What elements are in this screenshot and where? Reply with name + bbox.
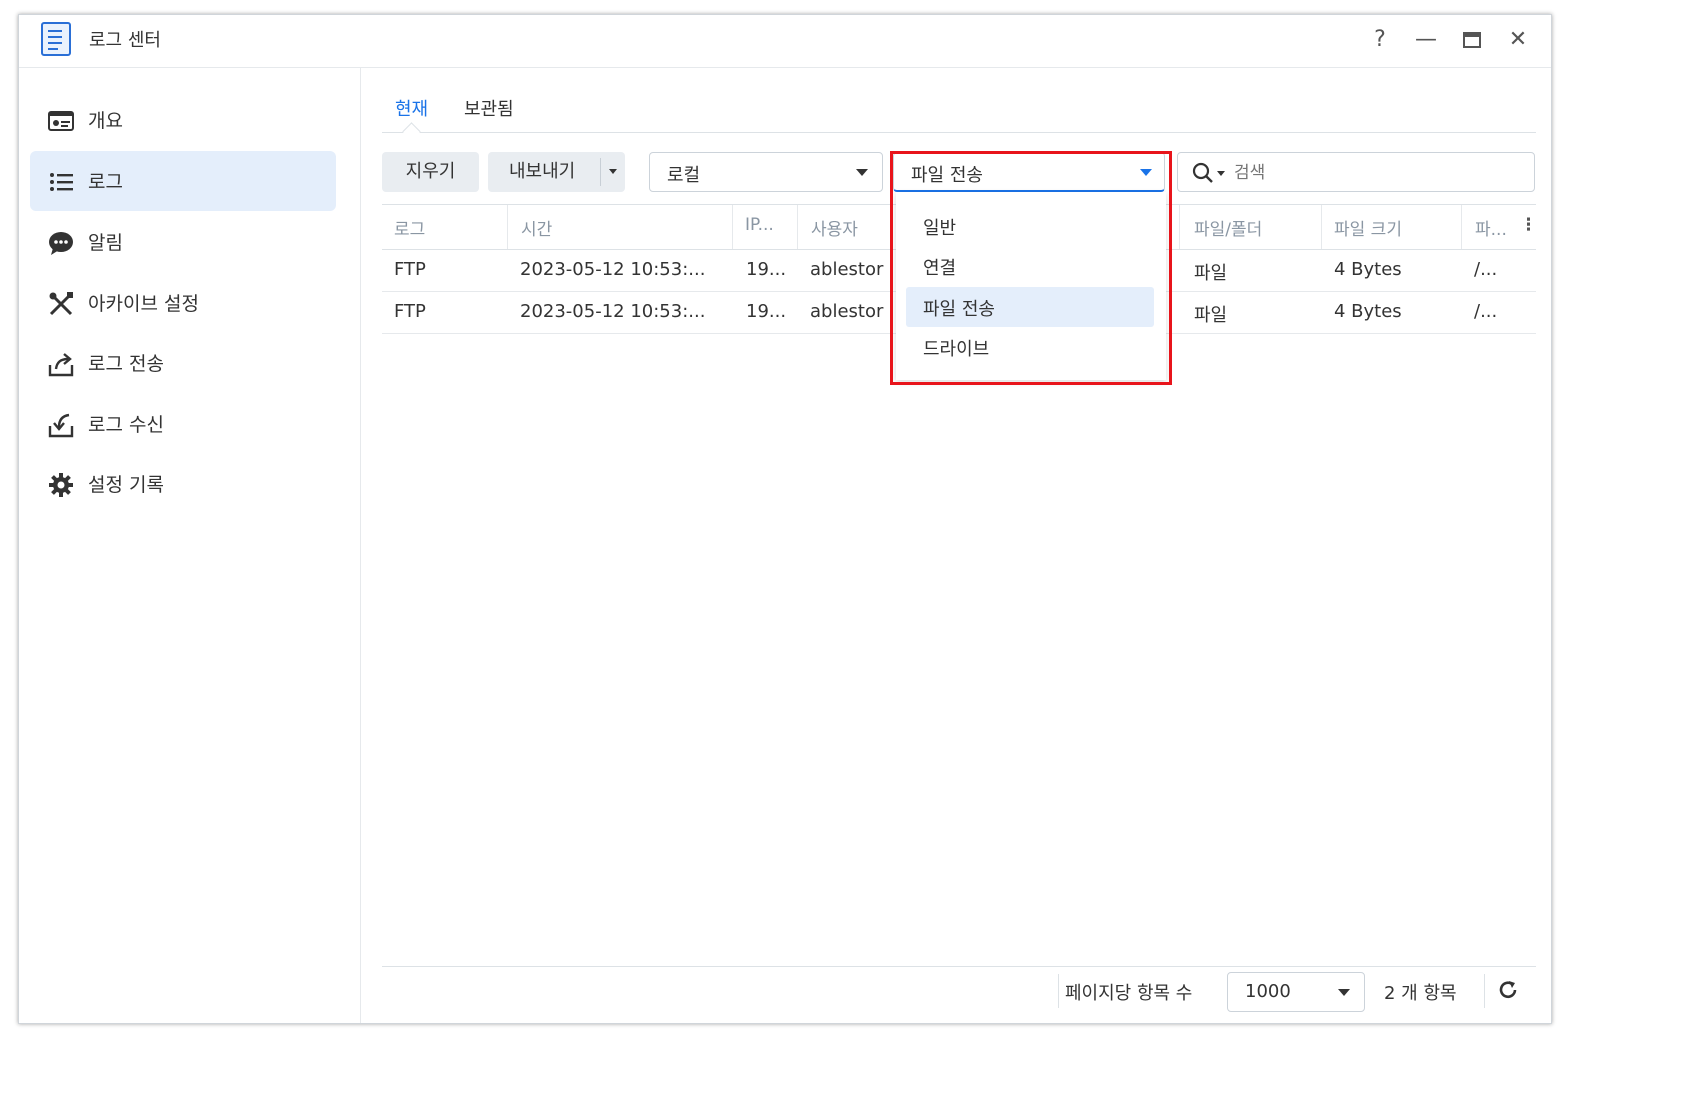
sidebar-item-label: 개요 (88, 110, 123, 132)
footer-separator (1058, 974, 1059, 1008)
cell-log: FTP (394, 301, 426, 322)
list-icon (50, 173, 73, 191)
column-header-file-size[interactable]: 파일 크기 (1334, 215, 1402, 240)
chevron-down-icon[interactable] (609, 169, 617, 174)
log-center-app-icon (41, 22, 71, 56)
export-button-label: 내보내기 (509, 161, 576, 182)
cell-time: 2023-05-12 10:53:... (520, 301, 706, 322)
sidebar-item-log-receiving[interactable]: 로그 수신 (30, 394, 336, 454)
cell-file-folder: 파일 (1194, 263, 1228, 284)
sidebar-item-label: 아카이브 설정 (88, 293, 199, 315)
sidebar-item-archive-settings[interactable]: 아카이브 설정 (30, 273, 336, 333)
footer-separator (1484, 974, 1485, 1008)
source-select-value: 로컬 (667, 165, 701, 186)
search-icon[interactable] (1192, 162, 1214, 184)
cell-log: FTP (394, 259, 426, 280)
sidebar-item-label: 설정 기록 (88, 474, 164, 496)
maximize-icon (1463, 32, 1481, 48)
column-header-time[interactable]: 시간 (521, 215, 552, 240)
cell-ip: 19... (746, 259, 787, 280)
cell-path: /... (1474, 259, 1498, 280)
cell-user: ablestor (810, 259, 884, 280)
items-per-page-value: 1000 (1245, 981, 1291, 1002)
search-box[interactable] (1177, 152, 1535, 192)
gear-icon (49, 473, 73, 497)
sidebar: 개요 로그 알림 아카이브 설정 로그 전송 로그 수신 설정 기록 (19, 68, 361, 1023)
column-separator (1321, 205, 1322, 249)
cell-file-size: 4 Bytes (1334, 301, 1402, 322)
items-per-page-select[interactable]: 1000 (1227, 972, 1365, 1012)
upload-icon (48, 353, 74, 377)
items-per-page-label: 페이지당 항목 수 (1065, 983, 1193, 1004)
download-icon (48, 413, 74, 438)
column-header-user[interactable]: 사용자 (811, 215, 858, 240)
column-header-ip[interactable]: IP... (745, 215, 774, 235)
window-title: 로그 센터 (89, 30, 161, 51)
tools-icon (49, 292, 73, 316)
column-separator (507, 205, 508, 249)
split-divider (600, 158, 601, 186)
annotation-highlight-box (890, 151, 1172, 385)
column-separator (797, 205, 798, 249)
sidebar-item-log-sending[interactable]: 로그 전송 (30, 333, 336, 393)
footer-divider (382, 966, 1536, 967)
cell-user: ablestor (810, 301, 884, 322)
column-separator (732, 205, 733, 249)
sidebar-item-label: 로그 수신 (88, 414, 164, 436)
clear-button[interactable]: 지우기 (382, 152, 479, 192)
search-options-chevron-icon[interactable] (1217, 171, 1225, 176)
chat-bubble-icon (49, 232, 73, 255)
help-button[interactable]: ? (1364, 25, 1396, 55)
main-panel: 현재 보관됨 지우기 내보내기 로컬 파일 전송 로그 시간 (361, 68, 1551, 1023)
maximize-button[interactable] (1456, 25, 1488, 55)
export-button[interactable]: 내보내기 (488, 152, 625, 192)
source-select[interactable]: 로컬 (649, 152, 883, 192)
tabs-divider (382, 132, 1536, 133)
close-button[interactable]: ✕ (1502, 25, 1534, 55)
chevron-down-icon (1338, 989, 1350, 996)
column-separator (1179, 205, 1180, 249)
overview-icon (48, 111, 74, 131)
sidebar-item-settings-history[interactable]: 설정 기록 (30, 454, 336, 514)
cell-path: /... (1474, 301, 1498, 322)
tab-current[interactable]: 현재 (395, 95, 428, 121)
column-header-file-folder[interactable]: 파일/폴더 (1194, 215, 1262, 240)
search-input[interactable] (1232, 159, 1516, 187)
column-header-path[interactable]: 파... (1475, 215, 1507, 240)
chevron-down-icon (856, 169, 868, 176)
log-center-window: 로그 센터 ? — ✕ 개요 로그 알림 아카이브 설정 로그 전송 로그 수신… (18, 14, 1552, 1024)
cell-ip: 19... (746, 301, 787, 322)
sidebar-item-label: 알림 (88, 232, 123, 254)
column-separator (1461, 205, 1462, 249)
refresh-icon[interactable] (1497, 979, 1519, 1001)
column-menu-icon[interactable]: ⋮ (1520, 215, 1537, 235)
cell-file-folder: 파일 (1194, 305, 1228, 326)
sidebar-item-log[interactable]: 로그 (30, 151, 336, 211)
cell-time: 2023-05-12 10:53:... (520, 259, 706, 280)
sidebar-item-label: 로그 (88, 171, 123, 193)
sidebar-item-notification[interactable]: 알림 (30, 212, 336, 272)
active-tab-indicator (402, 122, 421, 141)
title-bar: 로그 센터 ? — ✕ (19, 15, 1551, 68)
item-count: 2 개 항목 (1384, 983, 1457, 1004)
minimize-button[interactable]: — (1410, 25, 1442, 55)
cell-file-size: 4 Bytes (1334, 259, 1402, 280)
column-header-log[interactable]: 로그 (394, 215, 425, 240)
sidebar-item-label: 로그 전송 (88, 353, 164, 375)
sidebar-item-overview[interactable]: 개요 (30, 90, 336, 150)
tab-archived[interactable]: 보관됨 (464, 95, 514, 121)
